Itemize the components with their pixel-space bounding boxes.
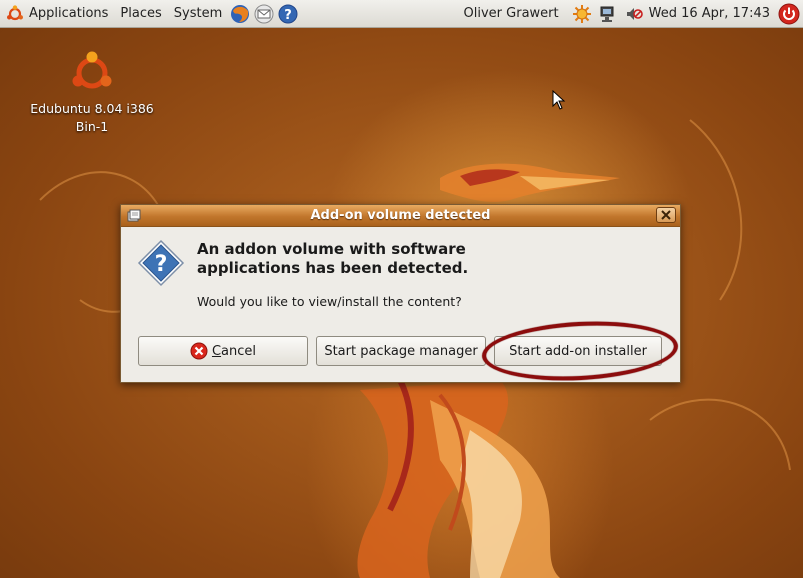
logout-button[interactable]: [778, 3, 800, 25]
places-menu[interactable]: Places: [114, 0, 167, 28]
places-menu-label: Places: [120, 6, 162, 21]
firefox-icon: [231, 4, 250, 23]
svg-text:?: ?: [155, 252, 168, 277]
applications-menu-label: Applications: [29, 6, 109, 21]
volume-control[interactable]: [624, 4, 644, 24]
power-icon: [778, 3, 800, 24]
question-icon: ?: [137, 239, 185, 287]
help-icon: ?: [278, 4, 298, 23]
start-package-manager-label: Start package manager: [324, 343, 478, 359]
mouse-pointer-icon: [552, 90, 566, 110]
dialog-close-button[interactable]: [656, 207, 676, 223]
firefox-launcher[interactable]: [229, 3, 251, 25]
dialog-headline: An addon volume with software applicatio…: [197, 240, 597, 278]
dialog-titlebar[interactable]: Add-on volume detected: [121, 205, 680, 227]
desktop-icon-label-line2: Bin-1: [75, 119, 109, 134]
clock[interactable]: Wed 16 Apr, 17:43: [647, 6, 776, 21]
close-icon: [661, 210, 671, 220]
ubuntu-logo-icon: [7, 4, 23, 20]
applications-menu[interactable]: Applications: [0, 0, 114, 28]
cancel-mnemonic: C: [211, 343, 222, 359]
mail-launcher[interactable]: [253, 3, 275, 25]
cancel-icon: [190, 342, 208, 360]
dialog-title: Add-on volume detected: [310, 208, 491, 223]
dialog-headline-line1: An addon volume with software: [197, 240, 466, 258]
desktop-icon-edubuntu-disc[interactable]: Edubuntu 8.04 i386 Bin-1: [22, 50, 162, 136]
sun-icon: [572, 4, 591, 23]
cancel-button[interactable]: Cancel: [138, 336, 308, 366]
network-icon: [600, 6, 614, 22]
volume-muted-icon: [626, 7, 643, 20]
help-launcher[interactable]: ?: [277, 3, 299, 25]
dialog-headline-line2: applications has been detected.: [197, 259, 469, 277]
cancel-label-rest: ancel: [221, 343, 257, 359]
system-menu[interactable]: System: [168, 0, 228, 28]
mail-icon: [254, 4, 274, 23]
desktop-icon-label-line1: Edubuntu 8.04 i386: [30, 101, 154, 116]
start-package-manager-button[interactable]: Start package manager: [316, 336, 486, 366]
cancel-button-label: Cancel: [212, 344, 256, 359]
user-name[interactable]: Oliver Grawert: [454, 6, 569, 21]
panel-right: Oliver Grawert Wed 16 Apr, 17:43: [454, 0, 803, 28]
system-menu-label: System: [173, 6, 223, 21]
network-indicator[interactable]: [598, 4, 618, 24]
svg-text:?: ?: [284, 8, 292, 23]
dialog-question: Would you like to view/install the conte…: [197, 294, 462, 309]
top-panel: Applications Places System ? Oliver Graw…: [0, 0, 803, 28]
ubuntu-disc-icon: [72, 51, 112, 89]
update-notifier[interactable]: [572, 4, 592, 24]
